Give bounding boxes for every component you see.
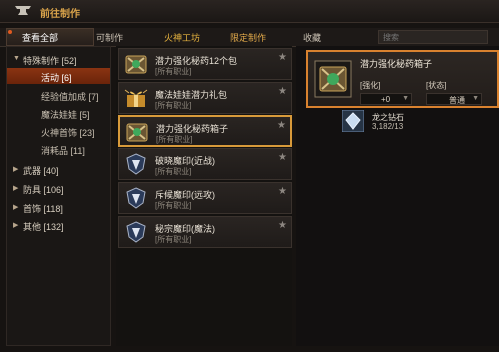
favorite-star-icon[interactable]: ★ [278, 152, 287, 163]
category-label: 消耗品 [11] [41, 146, 85, 156]
search-input[interactable] [378, 30, 488, 44]
category-weapons[interactable]: ▶ 武器 [40] [7, 161, 110, 177]
item-class: [所有职业] [155, 101, 192, 110]
item-class: [所有职业] [155, 167, 192, 176]
diamond-icon [342, 110, 364, 132]
selected-item-card: 潜力强化秘药箱子 [强化] [状态] +0 ▼ 普通 ▼ [306, 50, 499, 108]
list-item[interactable]: 秘宗魔印(魔法) [所有职业] ★ [118, 216, 292, 248]
item-class: [所有职业] [156, 135, 193, 144]
gift-pack-icon [124, 89, 148, 107]
list-item[interactable]: 斥候魔印(远攻) [所有职业] ★ [118, 182, 292, 214]
category-label: 特殊制作 [52] [23, 56, 77, 66]
list-item[interactable]: 魔法娃娃潜力礼包 [所有职业] ★ [118, 82, 292, 114]
selected-item-name: 潜力强化秘药箱子 [360, 59, 433, 69]
favorite-star-icon[interactable]: ★ [277, 120, 286, 131]
tab-vulcan-workshop[interactable]: 火神工坊 [164, 31, 200, 44]
chevron-right-icon: ▶ [13, 185, 19, 192]
category-label: 其他 [132] [23, 222, 64, 232]
favorite-star-icon[interactable]: ★ [278, 220, 287, 231]
chevron-right-icon: ▶ [13, 204, 19, 211]
chevron-down-icon: ▼ [13, 55, 20, 62]
category-exp-bonus[interactable]: 经验值加成 [7] [7, 87, 110, 103]
tab-favorites[interactable]: 收藏 [303, 31, 321, 44]
status-label: [状态] [426, 81, 447, 90]
category-label: 武器 [40] [23, 166, 59, 176]
chevron-down-icon: ▼ [402, 95, 409, 102]
favorite-star-icon[interactable]: ★ [278, 52, 287, 63]
enhance-select[interactable]: +0 ▼ [360, 93, 412, 105]
potion-box-icon [125, 55, 147, 74]
shield-emblem-icon [126, 153, 146, 175]
title-bar: 前往制作 [0, 0, 499, 23]
category-armor[interactable]: ▶ 防具 [106] [7, 180, 110, 196]
notification-dot [8, 30, 12, 34]
item-class: [所有职业] [155, 201, 192, 210]
enhance-label: [强化] [360, 81, 381, 90]
material-row: 龙之钻石 3,182/13 [342, 110, 492, 136]
category-label: 火神首饰 [23] [41, 128, 95, 138]
list-item-selected[interactable]: 潜力强化秘药箱子 [所有职业] ★ [118, 115, 292, 147]
category-label: 首饰 [118] [23, 204, 63, 214]
list-item[interactable]: 潜力强化秘药12个包 [所有职业] ★ [118, 48, 292, 80]
list-item[interactable]: 破晓魔印(近战) [所有职业] ★ [118, 148, 292, 180]
shield-emblem-icon [126, 221, 146, 243]
category-magic-doll[interactable]: 魔法娃娃 [5] [7, 105, 110, 121]
category-label: 经验值加成 [7] [41, 92, 99, 102]
category-label: 防具 [106] [23, 185, 64, 195]
category-consumables[interactable]: 消耗品 [11] [7, 141, 110, 157]
category-label: 活动 [6] [41, 73, 72, 83]
window-title: 前往制作 [40, 9, 80, 20]
category-vulcan-accessory[interactable]: 火神首饰 [23] [7, 123, 110, 139]
tab-craftable[interactable]: 可制作 [96, 31, 123, 44]
favorite-star-icon[interactable]: ★ [278, 86, 287, 97]
category-accessories[interactable]: ▶ 首饰 [118] [7, 199, 110, 215]
tab-view-all[interactable]: 查看全部 [22, 31, 58, 44]
material-quantity: 3,182/13 [372, 122, 404, 131]
item-class: [所有职业] [155, 67, 192, 76]
enhance-value: +0 [381, 95, 391, 104]
shield-emblem-icon [126, 187, 146, 209]
category-event[interactable]: 活动 [6] [7, 68, 110, 84]
chevron-down-icon: ▼ [472, 95, 479, 102]
status-select[interactable]: 普通 ▼ [426, 93, 482, 105]
anvil-icon [15, 6, 31, 15]
category-special-craft[interactable]: ▼ 特殊制作 [52] [7, 51, 110, 67]
category-label: 魔法娃娃 [5] [41, 110, 90, 120]
category-others[interactable]: ▶ 其他 [132] [7, 217, 110, 233]
potion-box-icon [314, 60, 352, 98]
category-sidebar: ▼ 特殊制作 [52] 活动 [6] 经验值加成 [7] 魔法娃娃 [5] 火神… [6, 46, 111, 346]
item-list: 潜力强化秘药12个包 [所有职业] ★ 魔法娃娃潜力礼包 [所有职业] ★ 潜力… [116, 46, 292, 346]
chevron-right-icon: ▶ [13, 222, 19, 229]
potion-box-icon [126, 123, 148, 142]
detail-panel: 潜力强化秘药箱子 [强化] [状态] +0 ▼ 普通 ▼ 龙之钻石 3,182/… [296, 46, 499, 346]
favorite-star-icon[interactable]: ★ [278, 186, 287, 197]
tab-limited-craft[interactable]: 限定制作 [230, 31, 266, 44]
status-value: 普通 [449, 96, 465, 105]
chevron-right-icon: ▶ [13, 166, 19, 173]
item-class: [所有职业] [155, 235, 192, 244]
